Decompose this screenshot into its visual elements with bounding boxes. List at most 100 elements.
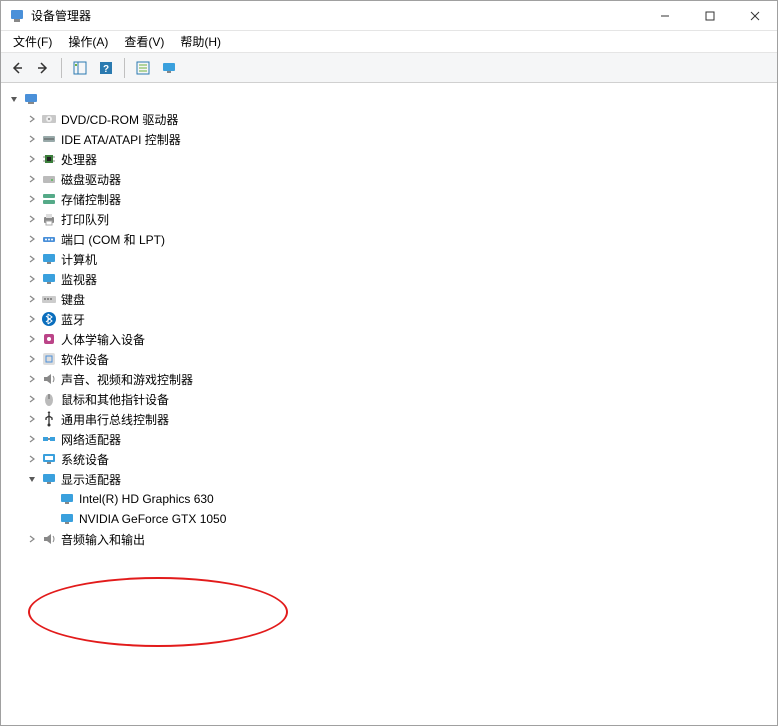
- chevron-right-icon[interactable]: [25, 132, 39, 146]
- mouse-icon: [41, 391, 57, 407]
- display-icon: [59, 491, 75, 507]
- chevron-right-icon[interactable]: [25, 112, 39, 126]
- chevron-right-icon[interactable]: [25, 372, 39, 386]
- chevron-right-icon[interactable]: [25, 532, 39, 546]
- app-icon: [9, 8, 25, 24]
- tree-category-mouse[interactable]: 鼠标和其他指针设备: [25, 389, 773, 409]
- disk-icon: [41, 171, 57, 187]
- software-icon: [41, 351, 57, 367]
- tree-device-label: NVIDIA GeForce GTX 1050: [79, 512, 226, 526]
- expander-spacer: [43, 492, 57, 506]
- cpu-icon: [41, 151, 57, 167]
- chevron-right-icon[interactable]: [25, 352, 39, 366]
- toolbar-separator: [124, 58, 125, 78]
- tree-category-label: DVD/CD-ROM 驱动器: [61, 111, 178, 128]
- chevron-down-icon[interactable]: [25, 472, 39, 486]
- minimize-button[interactable]: [642, 1, 687, 30]
- tree-category-disk[interactable]: 磁盘驱动器: [25, 169, 773, 189]
- chevron-right-icon[interactable]: [25, 452, 39, 466]
- tree-category-dvd[interactable]: DVD/CD-ROM 驱动器: [25, 109, 773, 129]
- storage-icon: [41, 191, 57, 207]
- chevron-right-icon[interactable]: [25, 152, 39, 166]
- chevron-right-icon[interactable]: [25, 252, 39, 266]
- window-controls: [642, 1, 777, 30]
- tree-device-nvidia[interactable]: NVIDIA GeForce GTX 1050: [43, 509, 773, 529]
- speaker-icon: [41, 371, 57, 387]
- chevron-right-icon[interactable]: [25, 272, 39, 286]
- bluetooth-icon: [41, 311, 57, 327]
- tree-category-label: 软件设备: [61, 351, 109, 368]
- tree-category-label: 存储控制器: [61, 191, 121, 208]
- tree-category-storage[interactable]: 存储控制器: [25, 189, 773, 209]
- disc-drive-icon: [41, 111, 57, 127]
- chevron-right-icon[interactable]: [25, 312, 39, 326]
- tree-category-monitor[interactable]: 监视器: [25, 269, 773, 289]
- tree-category-cpu[interactable]: 处理器: [25, 149, 773, 169]
- usb-icon: [41, 411, 57, 427]
- tree-category-label: 打印队列: [61, 211, 109, 228]
- chevron-right-icon[interactable]: [25, 332, 39, 346]
- tree-category-computer[interactable]: 计算机: [25, 249, 773, 269]
- tree-category-label: 网络适配器: [61, 431, 121, 448]
- close-button[interactable]: [732, 1, 777, 30]
- menu-view[interactable]: 查看(V): [116, 31, 172, 52]
- chevron-right-icon[interactable]: [25, 412, 39, 426]
- toolbar-separator: [61, 58, 62, 78]
- tree-category-label: 蓝牙: [61, 311, 85, 328]
- help-button[interactable]: ?: [94, 56, 118, 80]
- chevron-right-icon[interactable]: [25, 172, 39, 186]
- monitor-icon: [41, 251, 57, 267]
- tree-category-system[interactable]: 系统设备: [25, 449, 773, 469]
- tree-category-display[interactable]: 显示适配器: [25, 469, 773, 489]
- menu-action[interactable]: 操作(A): [60, 31, 116, 52]
- properties-button[interactable]: [131, 56, 155, 80]
- tree-category-label: 音频输入和输出: [61, 531, 145, 548]
- chevron-right-icon[interactable]: [25, 292, 39, 306]
- forward-button[interactable]: [31, 56, 55, 80]
- tree-category-label: 通用串行总线控制器: [61, 411, 169, 428]
- tree-category-ports[interactable]: 端口 (COM 和 LPT): [25, 229, 773, 249]
- tree-category-keyboard[interactable]: 键盘: [25, 289, 773, 309]
- chevron-right-icon[interactable]: [25, 192, 39, 206]
- annotation-ellipse: [28, 577, 288, 647]
- scan-hardware-button[interactable]: [157, 56, 181, 80]
- tree-category-label: 系统设备: [61, 451, 109, 468]
- chevron-right-icon[interactable]: [25, 392, 39, 406]
- chevron-down-icon[interactable]: [7, 92, 21, 106]
- tree-category-bluetooth[interactable]: 蓝牙: [25, 309, 773, 329]
- tree-category-printq[interactable]: 打印队列: [25, 209, 773, 229]
- tree-category-label: 监视器: [61, 271, 97, 288]
- tree-category-ide[interactable]: IDE ATA/ATAPI 控制器: [25, 129, 773, 149]
- chevron-right-icon[interactable]: [25, 432, 39, 446]
- computer-icon: [23, 91, 39, 107]
- chevron-right-icon[interactable]: [25, 212, 39, 226]
- tree-category-software[interactable]: 软件设备: [25, 349, 773, 369]
- tree-category-audio[interactable]: 音频输入和输出: [25, 529, 773, 549]
- menu-help[interactable]: 帮助(H): [172, 31, 229, 52]
- tree-category-hid[interactable]: 人体学输入设备: [25, 329, 773, 349]
- maximize-button[interactable]: [687, 1, 732, 30]
- svg-text:?: ?: [103, 64, 109, 75]
- tree-category-label: 计算机: [61, 251, 97, 268]
- tree-category-label: 鼠标和其他指针设备: [61, 391, 169, 408]
- tree-root-node[interactable]: ​: [7, 89, 773, 109]
- tree-category-label: 声音、视频和游戏控制器: [61, 371, 193, 388]
- tree-category-sound[interactable]: 声音、视频和游戏控制器: [25, 369, 773, 389]
- port-icon: [41, 231, 57, 247]
- tree-device-intel[interactable]: Intel(R) HD Graphics 630: [43, 489, 773, 509]
- menubar: 文件(F) 操作(A) 查看(V) 帮助(H): [1, 31, 777, 53]
- tree-category-label: 键盘: [61, 291, 85, 308]
- tree-category-label: 显示适配器: [61, 471, 121, 488]
- show-hide-tree-button[interactable]: [68, 56, 92, 80]
- display-icon: [59, 511, 75, 527]
- monitor-icon: [41, 271, 57, 287]
- printer-icon: [41, 211, 57, 227]
- tree-category-network[interactable]: 网络适配器: [25, 429, 773, 449]
- menu-file[interactable]: 文件(F): [5, 31, 60, 52]
- tree-category-usb[interactable]: 通用串行总线控制器: [25, 409, 773, 429]
- tree-category-label: IDE ATA/ATAPI 控制器: [61, 131, 181, 148]
- device-tree[interactable]: ​ DVD/CD-ROM 驱动器 IDE ATA/ATAPI 控制器处理器磁盘驱动…: [1, 83, 777, 725]
- window-title: 设备管理器: [31, 7, 642, 24]
- back-button[interactable]: [5, 56, 29, 80]
- chevron-right-icon[interactable]: [25, 232, 39, 246]
